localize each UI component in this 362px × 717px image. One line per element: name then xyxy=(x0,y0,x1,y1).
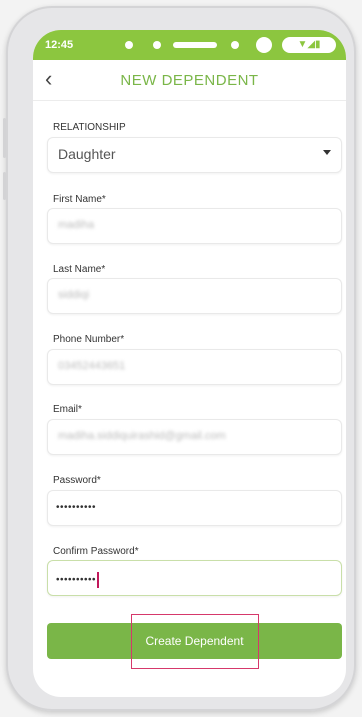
password-label: Password* xyxy=(53,475,101,486)
app-screen: 12:45 ▼◢▮ ‹ NEW DEPENDENT RELATIONSHIP D… xyxy=(33,30,346,697)
phone-label: Phone Number* xyxy=(53,334,125,345)
speaker-grille xyxy=(173,42,217,48)
phone-field[interactable]: 03452443651 xyxy=(47,349,342,385)
first-name-field[interactable]: madiha xyxy=(47,208,342,244)
power-button xyxy=(3,172,6,200)
sensor-dot xyxy=(231,41,239,49)
page-title: NEW DEPENDENT xyxy=(120,72,259,89)
confirm-password-value: •••••••••• xyxy=(56,574,97,586)
dropdown-caret-icon xyxy=(323,150,331,155)
password-field[interactable]: •••••••••• xyxy=(47,490,342,526)
confirm-password-field[interactable]: •••••••••• xyxy=(47,560,342,596)
first-name-label: First Name* xyxy=(53,194,106,205)
camera-icon xyxy=(256,37,272,53)
signal-battery-icon: ▼◢▮ xyxy=(282,37,336,53)
confirm-password-label: Confirm Password* xyxy=(53,546,139,557)
status-time: 12:45 xyxy=(45,39,74,51)
app-header: ‹ NEW DEPENDENT xyxy=(33,60,346,101)
volume-button xyxy=(3,118,6,158)
relationship-select[interactable]: Daughter xyxy=(47,137,342,173)
email-field[interactable]: madiha.siddiquirashid@gmail.com xyxy=(47,419,342,455)
relationship-value: Daughter xyxy=(58,146,116,162)
highlight-annotation xyxy=(131,614,259,669)
first-name-value: madiha xyxy=(58,219,95,231)
last-name-value: siddiqi xyxy=(58,289,90,301)
status-bar: 12:45 ▼◢▮ xyxy=(33,30,346,60)
password-value: •••••••••• xyxy=(56,502,97,513)
last-name-label: Last Name* xyxy=(53,264,106,275)
email-label: Email* xyxy=(53,404,82,415)
phone-value: 03452443651 xyxy=(58,360,126,372)
relationship-label: RELATIONSHIP xyxy=(53,122,126,133)
last-name-field[interactable]: siddiqi xyxy=(47,278,342,314)
text-cursor xyxy=(97,572,100,588)
email-value: madiha.siddiquirashid@gmail.com xyxy=(58,430,226,442)
sensor-dot xyxy=(153,41,161,49)
sensor-dot xyxy=(125,41,133,49)
